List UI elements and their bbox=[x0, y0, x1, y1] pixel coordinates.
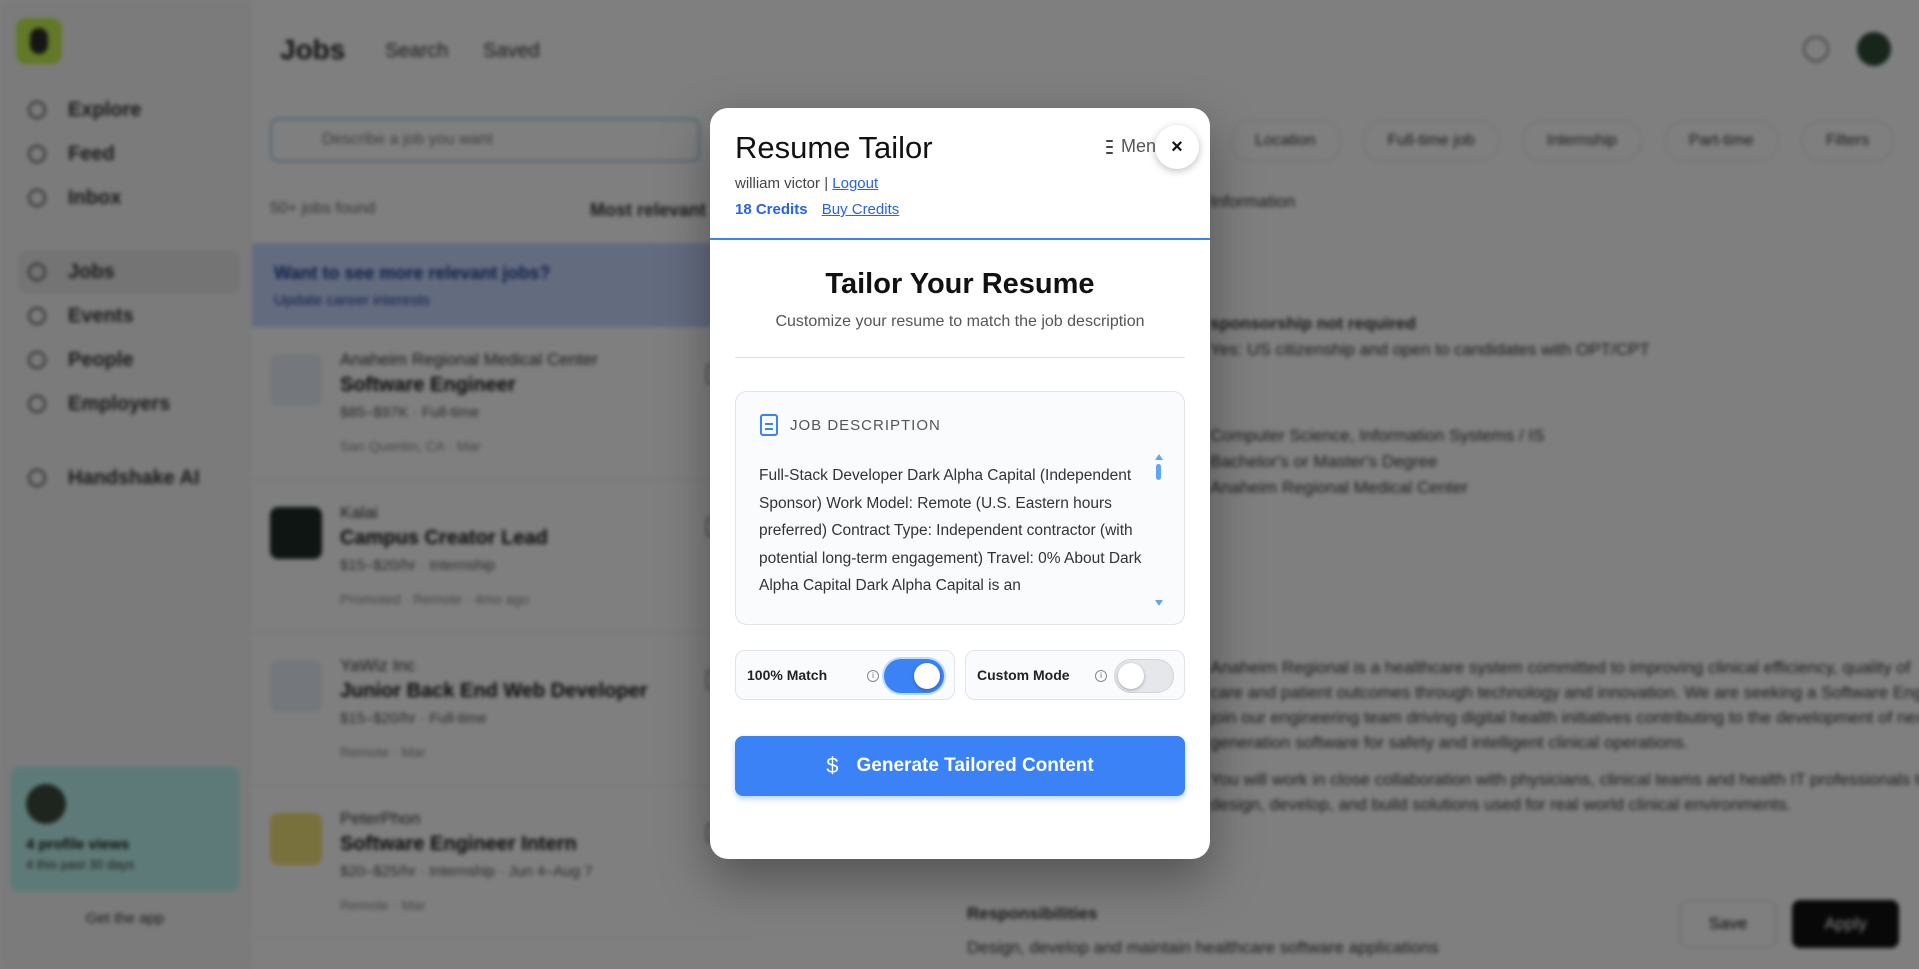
section-subheading: Customize your resume to match the job d… bbox=[775, 313, 1145, 330]
job-description-box: JOB DESCRIPTION Full-Stack Developer Dar… bbox=[735, 391, 1185, 625]
modal-title: Resume Tailor bbox=[735, 130, 933, 165]
generate-button-label: Generate Tailored Content bbox=[856, 755, 1094, 776]
user-name: william victor bbox=[735, 175, 821, 192]
buy-credits-link[interactable]: Buy Credits bbox=[822, 201, 900, 218]
job-description-header: JOB DESCRIPTION bbox=[760, 414, 941, 436]
divider bbox=[735, 357, 1185, 358]
modal-header: Resume Tailor william victor | Logout 18… bbox=[710, 108, 1210, 240]
credits-count: 18 Credits bbox=[735, 201, 808, 218]
info-icon[interactable]: i bbox=[867, 670, 879, 682]
scroll-up-icon[interactable] bbox=[1155, 454, 1163, 460]
section-heading: Tailor Your Resume bbox=[825, 268, 1095, 300]
toggle-knob bbox=[914, 663, 940, 689]
logout-link[interactable]: Logout bbox=[832, 175, 878, 192]
scroll-down-icon[interactable] bbox=[1155, 600, 1163, 606]
custom-mode-toggle-switch[interactable] bbox=[1114, 659, 1174, 693]
resume-tailor-modal: Resume Tailor william victor | Logout 18… bbox=[710, 108, 1210, 859]
credits-row: 18 Credits Buy Credits bbox=[735, 201, 899, 218]
generate-tailored-content-button[interactable]: $ Generate Tailored Content bbox=[735, 736, 1185, 796]
match-toggle-switch[interactable] bbox=[884, 659, 944, 693]
document-icon bbox=[760, 414, 778, 436]
user-separator: | bbox=[824, 175, 829, 192]
scroll-thumb[interactable] bbox=[1156, 464, 1161, 480]
job-description-text[interactable]: Full-Stack Developer Dark Alpha Capital … bbox=[759, 462, 1155, 602]
close-button[interactable]: × bbox=[1155, 125, 1199, 169]
info-icon[interactable]: i bbox=[1095, 670, 1107, 682]
job-description-label: JOB DESCRIPTION bbox=[790, 416, 941, 434]
hamburger-icon bbox=[1106, 139, 1113, 154]
match-toggle-card: 100% Match i bbox=[735, 650, 955, 700]
custom-mode-toggle-card: Custom Mode i bbox=[965, 650, 1185, 700]
toggle-knob bbox=[1118, 663, 1144, 689]
dollar-icon: $ bbox=[826, 753, 839, 778]
job-description-scrollbar[interactable] bbox=[1154, 454, 1164, 606]
custom-mode-label: Custom Mode bbox=[977, 667, 1070, 683]
user-info: william victor | Logout bbox=[735, 175, 878, 192]
match-toggle-label: 100% Match bbox=[747, 667, 828, 683]
